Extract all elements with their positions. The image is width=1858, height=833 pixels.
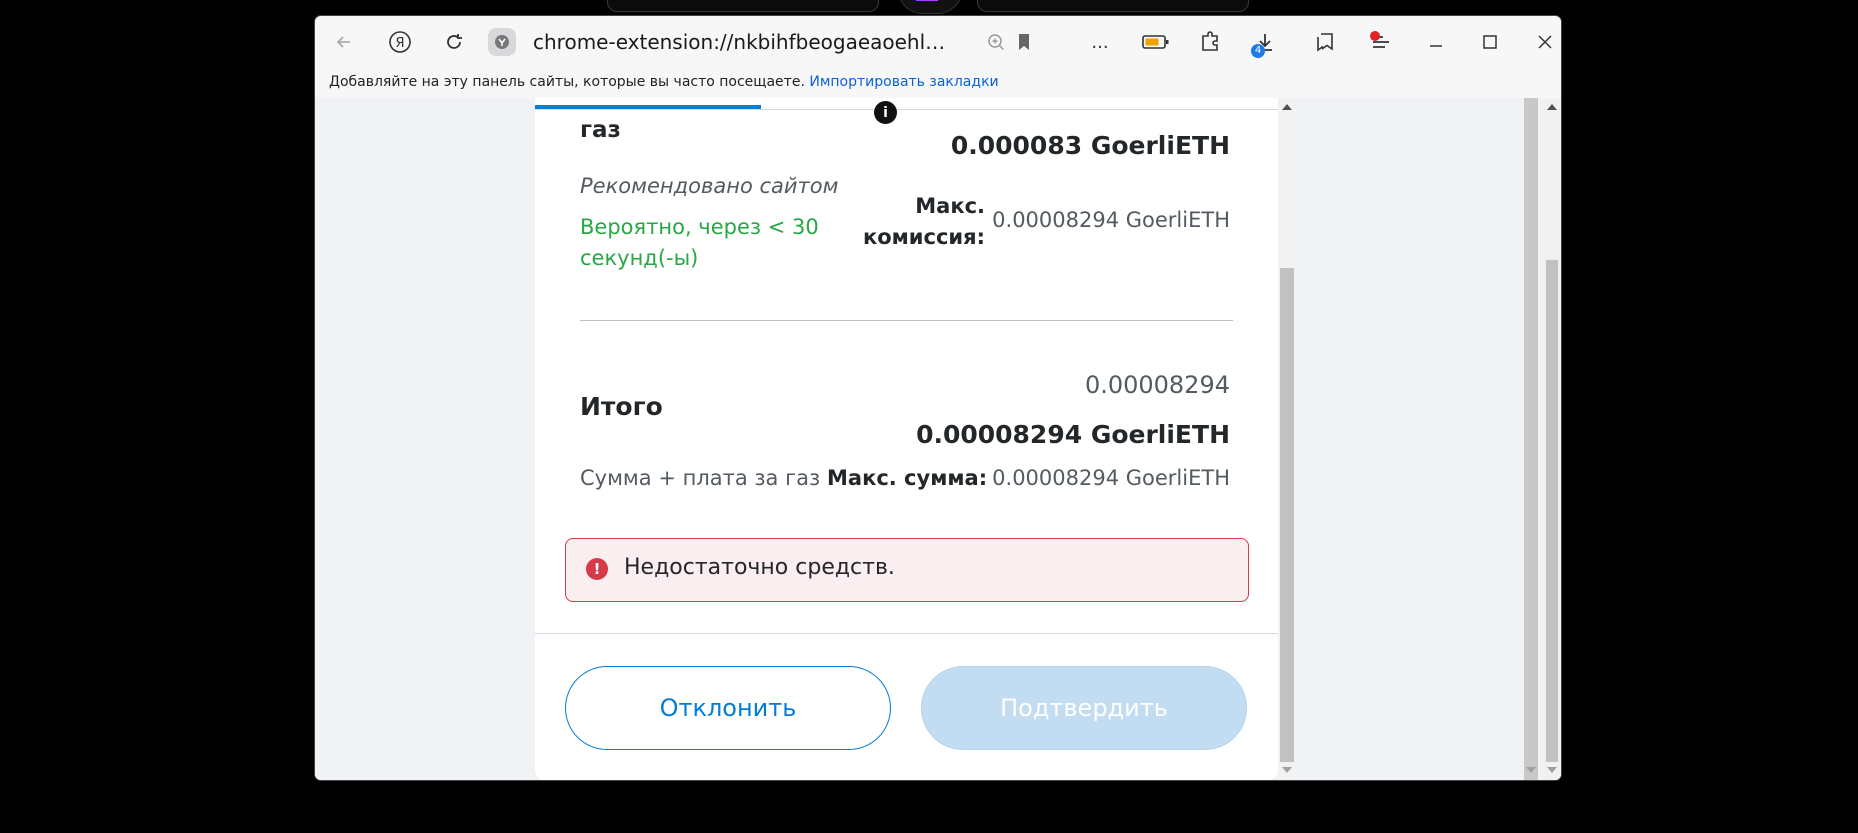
total-amount-fiat: 0.00008294	[1084, 371, 1230, 399]
page-scroll-track	[1524, 98, 1538, 780]
max-sum-value: 0.00008294 GoerliETH	[992, 466, 1230, 490]
extensions-button[interactable]	[1196, 27, 1226, 57]
minimize-icon	[1430, 45, 1442, 47]
browser-window: Я chrome-extension://nkbihfbeogaeaoehlef…	[315, 16, 1561, 780]
max-fee-label: Макс. комиссия:	[862, 194, 985, 249]
browser-toolbar: Я chrome-extension://nkbihfbeogaeaoehlef…	[315, 16, 1561, 68]
insufficient-funds-alert: ! Недостаточно средств.	[565, 538, 1249, 602]
page-content: газ i 0.000083 GoerliETH Рекомендовано с…	[315, 98, 1561, 780]
minimize-button[interactable]	[1421, 27, 1451, 57]
zoom-button[interactable]	[981, 27, 1011, 57]
bookmark-icon	[1019, 34, 1029, 50]
max-sum-label: Макс. сумма:	[827, 466, 988, 490]
dialog-scrollbar[interactable]	[1278, 98, 1296, 780]
background-tab	[977, 0, 1249, 12]
downloads-count-badge: 4	[1251, 44, 1265, 58]
page-scroll-down-arrow-left[interactable]	[1526, 767, 1536, 773]
confirm-transaction-dialog: газ i 0.000083 GoerliETH Рекомендовано с…	[535, 98, 1278, 780]
collections-icon	[1317, 33, 1333, 52]
total-note: Сумма + плата за газ	[580, 466, 821, 490]
total-label: Итого	[580, 392, 663, 421]
page-scrollbar[interactable]	[1521, 98, 1561, 780]
page-scroll-thumb[interactable]	[1546, 260, 1558, 762]
error-icon: !	[586, 558, 608, 580]
active-tab-indicator	[535, 105, 761, 109]
back-button[interactable]	[329, 27, 359, 57]
footer-divider	[535, 633, 1278, 634]
svg-text:Я: Я	[395, 36, 404, 51]
scroll-down-arrow[interactable]	[1282, 767, 1292, 773]
reject-button[interactable]: Отклонить	[565, 666, 891, 750]
zoom-icon	[988, 34, 1005, 51]
site-info-button[interactable]	[488, 28, 516, 56]
dialog-scroll-thumb[interactable]	[1280, 268, 1294, 762]
total-amount: 0.00008294 GoerliETH	[916, 420, 1230, 449]
confirm-button[interactable]: Подтвердить	[921, 666, 1247, 750]
bookmarks-bar: Добавляйте на эту панель сайты, которые …	[315, 68, 1561, 98]
error-message: Недостаточно средств.	[624, 555, 895, 580]
battery-saver-button[interactable]	[1141, 27, 1171, 57]
bookmark-button[interactable]	[1009, 27, 1039, 57]
notification-dot	[1370, 31, 1380, 41]
yandex-button[interactable]: Я	[385, 27, 415, 57]
maximize-button[interactable]	[1475, 27, 1505, 57]
more-button[interactable]: ...	[1085, 27, 1115, 57]
bookmarks-bar-text: Добавляйте на эту панель сайты, которые …	[329, 74, 999, 90]
maximize-icon	[1483, 35, 1497, 49]
bookmarks-prompt: Добавляйте на эту панель сайты, которые …	[329, 74, 805, 90]
close-icon	[1538, 35, 1552, 49]
yandex-icon: Я	[389, 31, 411, 53]
collections-button[interactable]	[1310, 27, 1340, 57]
recommended-by-site[interactable]: Рекомендовано сайтом	[580, 174, 838, 198]
background-tab	[607, 0, 879, 12]
address-bar[interactable]: chrome-extension://nkbihfbeogaeaoehlefn.…	[533, 28, 953, 56]
gas-time-estimate: Вероятно, через < 30 секунд(-ы)	[580, 215, 819, 270]
back-arrow-icon	[336, 36, 350, 48]
gas-label: газ	[580, 117, 621, 143]
reload-icon	[447, 34, 462, 49]
import-bookmarks-link[interactable]: Импортировать закладки	[809, 74, 998, 90]
page-scroll-down-arrow[interactable]	[1547, 767, 1557, 773]
scroll-up-arrow[interactable]	[1282, 104, 1292, 110]
battery-icon	[1142, 35, 1169, 49]
site-icon	[495, 35, 509, 49]
page-scroll-up-arrow[interactable]	[1547, 104, 1557, 110]
background-logo	[897, 0, 963, 14]
info-icon[interactable]: i	[874, 101, 897, 124]
reload-button[interactable]	[439, 27, 469, 57]
divider	[580, 320, 1233, 321]
max-fee-value: 0.00008294 GoerliETH	[992, 208, 1230, 232]
puzzle-icon	[1202, 31, 1218, 51]
close-button[interactable]	[1530, 27, 1560, 57]
gas-amount: 0.000083 GoerliETH	[950, 131, 1230, 160]
